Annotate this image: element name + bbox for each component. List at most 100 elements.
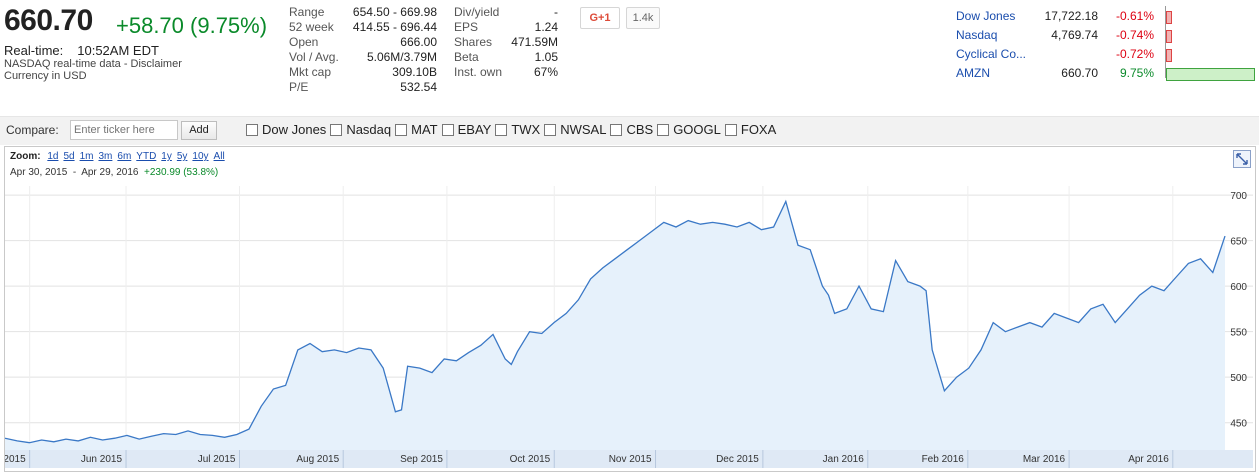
index-change: -0.72% [1115, 47, 1154, 61]
plus-count: 1.4k [626, 7, 660, 29]
zoom-option[interactable]: 1d [47, 151, 58, 162]
compare-bar: Compare: Add Dow Jones Nasdaq MAT EBAY TWX NW… [0, 116, 1259, 145]
checkbox-label: CBS [626, 122, 654, 137]
x-tick-label: Jun 2015 [81, 454, 123, 465]
zoom-option[interactable]: 5y [177, 151, 188, 162]
stat-value: 414.55 - 696.44 [352, 20, 437, 34]
checkbox-box[interactable] [724, 123, 737, 136]
x-tick-label: Sep 2015 [400, 454, 443, 465]
index-name[interactable]: Dow Jones [956, 7, 1040, 26]
stat-key: Mkt cap [289, 65, 332, 79]
index-change-bar [1166, 68, 1255, 81]
date-range: Apr 30, 2015 - Apr 29, 2016 +230.99 (53.… [10, 167, 218, 178]
checkbox-label: TWX [511, 122, 541, 137]
stat-value: - [554, 5, 558, 19]
index-value: 17,722.18 [1044, 9, 1098, 23]
checkbox-box[interactable] [246, 123, 258, 136]
index-row: Cyclical Co... -0.72% [956, 45, 1172, 64]
checkbox-box[interactable] [610, 123, 623, 136]
compare-checkbox[interactable]: GOOGL [657, 122, 721, 137]
compare-checkbox[interactable]: Dow Jones [246, 122, 326, 137]
realtime-info: Real-time: 10:52AM EDT [4, 43, 159, 58]
checkbox-label: Nasdaq [346, 122, 392, 137]
zoom-option[interactable]: 10y [192, 151, 208, 162]
google-plus-button[interactable]: G+1 [580, 7, 620, 29]
index-change-bar [1166, 49, 1172, 62]
price-area [5, 201, 1225, 450]
index-row: Dow Jones 17,722.18 -0.61% [956, 7, 1172, 26]
checkbox-box[interactable] [544, 123, 557, 136]
stat-value: 471.59M [511, 35, 558, 49]
zoom-option[interactable]: 5d [63, 151, 74, 162]
checkbox-box[interactable] [495, 123, 508, 136]
stat-key: Div/yield [454, 5, 500, 19]
zoom-option[interactable]: 1m [80, 151, 94, 162]
y-tick-label: 500 [1230, 373, 1247, 384]
compare-checkbox[interactable]: MAT [395, 122, 438, 137]
index-row: Nasdaq 4,769.74 -0.74% [956, 26, 1172, 45]
x-tick-label: Oct 2015 [510, 454, 551, 465]
currency-note: Currency in USD [4, 70, 87, 82]
y-tick-label: 550 [1230, 328, 1247, 339]
stock-price: 660.70 [4, 4, 93, 37]
checkbox-label: MAT [411, 122, 438, 137]
zoom-option[interactable]: 1y [161, 151, 172, 162]
stat-row: Open 666.00 [289, 35, 437, 50]
stat-key: P/E [289, 80, 309, 94]
y-tick-label: 600 [1230, 282, 1247, 293]
compare-checkbox[interactable]: TWX [495, 122, 540, 137]
stat-value: 309.10B [392, 65, 437, 79]
stat-row: EPS 1.24 [454, 20, 558, 35]
compare-checkbox[interactable]: NWSAL [544, 122, 606, 137]
stat-key: Beta [454, 50, 479, 64]
price-chart[interactable]: 450 500 550 600 650 700 May 2015 Jun 2015 Jul 20… [5, 186, 1253, 468]
stat-row: Vol / Avg. 5.06M/3.79M [289, 50, 437, 65]
checkbox-box[interactable] [395, 123, 408, 136]
zoom-option[interactable]: 6m [117, 151, 131, 162]
index-value: 4,769.74 [1051, 28, 1098, 42]
y-tick-label: 450 [1230, 419, 1247, 430]
add-button[interactable]: Add [181, 121, 217, 140]
index-value: 660.70 [1061, 66, 1098, 80]
stat-row: 52 week 414.55 - 696.44 [289, 20, 437, 35]
range-to: Apr 29, 2016 [81, 167, 139, 178]
zoom-option[interactable]: YTD [136, 151, 156, 162]
index-name[interactable]: Cyclical Co... [956, 45, 1040, 64]
index-value [1040, 45, 1098, 64]
index-row: AMZN 660.70 9.75% [956, 64, 1255, 83]
range-sep: - [72, 167, 77, 178]
indices-zero-line [1165, 6, 1166, 78]
x-tick-label: Jan 2016 [823, 454, 865, 465]
zoom-option[interactable]: All [214, 151, 225, 162]
stat-value: 5.06M/3.79M [366, 50, 437, 64]
zoom-option[interactable]: 3m [98, 151, 112, 162]
stat-value: 1.24 [534, 20, 558, 34]
stat-value: 532.54 [400, 80, 437, 94]
stat-key: Range [289, 5, 325, 19]
x-tick-label: Jul 2015 [198, 454, 236, 465]
y-tick-label: 700 [1230, 191, 1247, 202]
expand-chart-icon[interactable] [1233, 150, 1251, 168]
checkbox-box[interactable] [441, 123, 454, 136]
compare-checkbox[interactable]: CBS [610, 122, 653, 137]
stat-row: Range 654.50 - 669.98 [289, 5, 437, 20]
checkbox-label: EBAY [457, 122, 492, 137]
compare-checkbox[interactable]: FOXA [724, 122, 776, 137]
compare-ticker-input[interactable] [70, 120, 178, 140]
index-change-bar [1166, 11, 1172, 24]
index-name[interactable]: AMZN [956, 64, 1040, 83]
stats-column-1: Range 654.50 - 669.98 52 week 414.55 - 696.… [289, 5, 437, 95]
y-tick-label: 650 [1230, 237, 1247, 248]
stat-key: Vol / Avg. [289, 50, 339, 64]
stat-key: Open [289, 35, 319, 49]
x-tick-label: Nov 2015 [609, 454, 652, 465]
stat-row: Inst. own 67% [454, 65, 558, 80]
compare-checkbox[interactable]: Nasdaq [330, 122, 391, 137]
checkbox-box[interactable] [657, 123, 670, 136]
source-note[interactable]: NASDAQ real-time data - Disclaimer [4, 58, 182, 70]
checkbox-label: GOOGL [673, 122, 721, 137]
compare-checkbox[interactable]: EBAY [441, 122, 492, 137]
range-change: +230.99 (53.8%) [144, 167, 219, 178]
index-name[interactable]: Nasdaq [956, 26, 1040, 45]
checkbox-box[interactable] [330, 123, 343, 136]
